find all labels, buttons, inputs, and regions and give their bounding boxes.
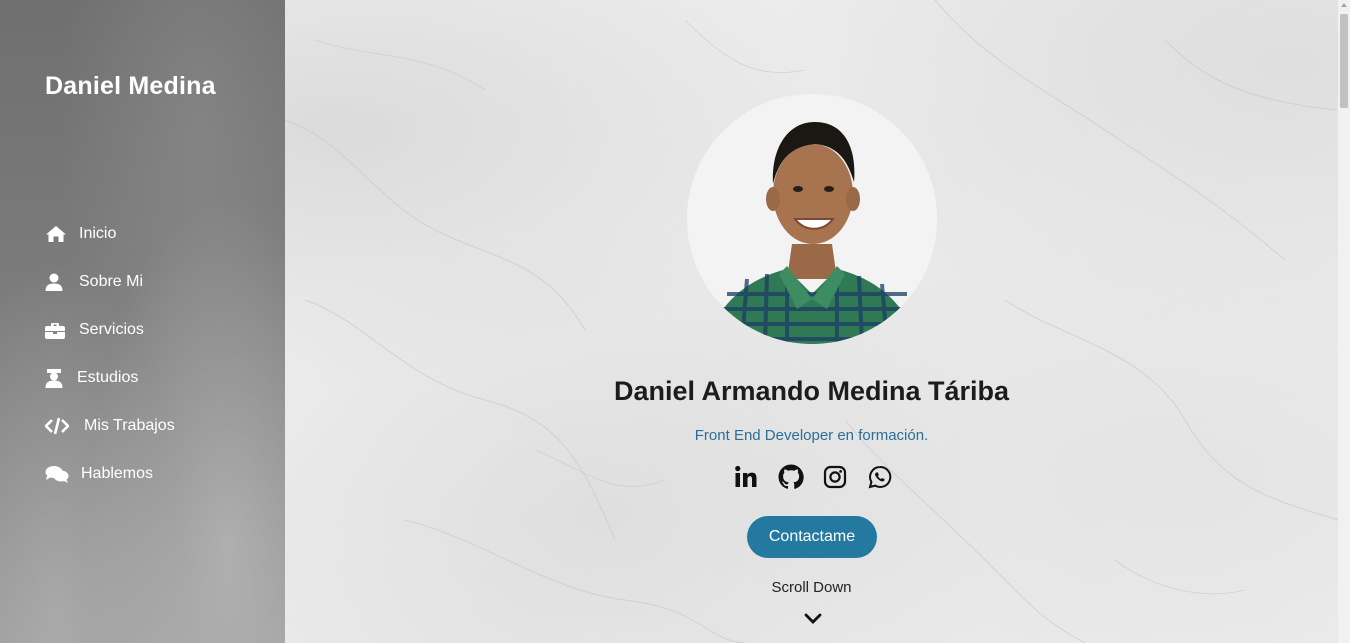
home-icon	[45, 224, 67, 244]
scroll-up-arrow-icon[interactable]	[1341, 3, 1347, 7]
sidebar-item-hablemos[interactable]: Hablemos	[45, 450, 175, 498]
hero-section: Daniel Armando Medina Táriba Front End D…	[285, 0, 1338, 643]
sidebar-item-inicio[interactable]: Inicio	[45, 210, 175, 258]
graduate-icon	[45, 368, 65, 388]
hero-role: Front End Developer en formación.	[694, 427, 929, 444]
profile-photo	[687, 94, 937, 344]
chat-icon	[45, 464, 69, 484]
briefcase-icon	[45, 320, 67, 340]
sidebar-item-label: Mis Trabajos	[84, 417, 175, 434]
chevron-down-icon[interactable]	[803, 609, 823, 629]
sidebar-item-label: Servicios	[79, 321, 144, 338]
github-icon[interactable]	[778, 464, 804, 490]
sidebar-item-servicios[interactable]: Servicios	[45, 306, 175, 354]
hero-name: Daniel Armando Medina Táriba	[613, 376, 1010, 406]
sidebar-nav: Inicio Sobre Mi Servicios Estudios Mis T…	[45, 210, 175, 498]
page-scrollbar[interactable]	[1338, 0, 1350, 643]
social-links	[733, 463, 893, 491]
whatsapp-icon[interactable]	[867, 464, 893, 490]
sidebar-item-label: Hablemos	[81, 465, 154, 482]
sidebar: Daniel Medina Inicio Sobre Mi Servicios …	[0, 0, 285, 643]
sidebar-item-label: Sobre Mi	[79, 273, 144, 290]
instagram-icon[interactable]	[822, 464, 848, 490]
sidebar-item-sobre-mi[interactable]: Sobre Mi	[45, 258, 175, 306]
sidebar-item-label: Inicio	[79, 225, 117, 242]
sidebar-item-mis-trabajos[interactable]: Mis Trabajos	[45, 402, 175, 450]
sidebar-item-estudios[interactable]: Estudios	[45, 354, 175, 402]
scrollbar-thumb[interactable]	[1340, 14, 1348, 108]
linkedin-icon[interactable]	[733, 464, 759, 490]
contact-button[interactable]: Contactame	[747, 516, 877, 558]
code-icon	[45, 416, 71, 436]
user-icon	[45, 272, 67, 292]
sidebar-item-label: Estudios	[77, 369, 139, 386]
scroll-down-label: Scroll Down	[771, 579, 852, 596]
brand-title[interactable]: Daniel Medina	[45, 72, 216, 101]
